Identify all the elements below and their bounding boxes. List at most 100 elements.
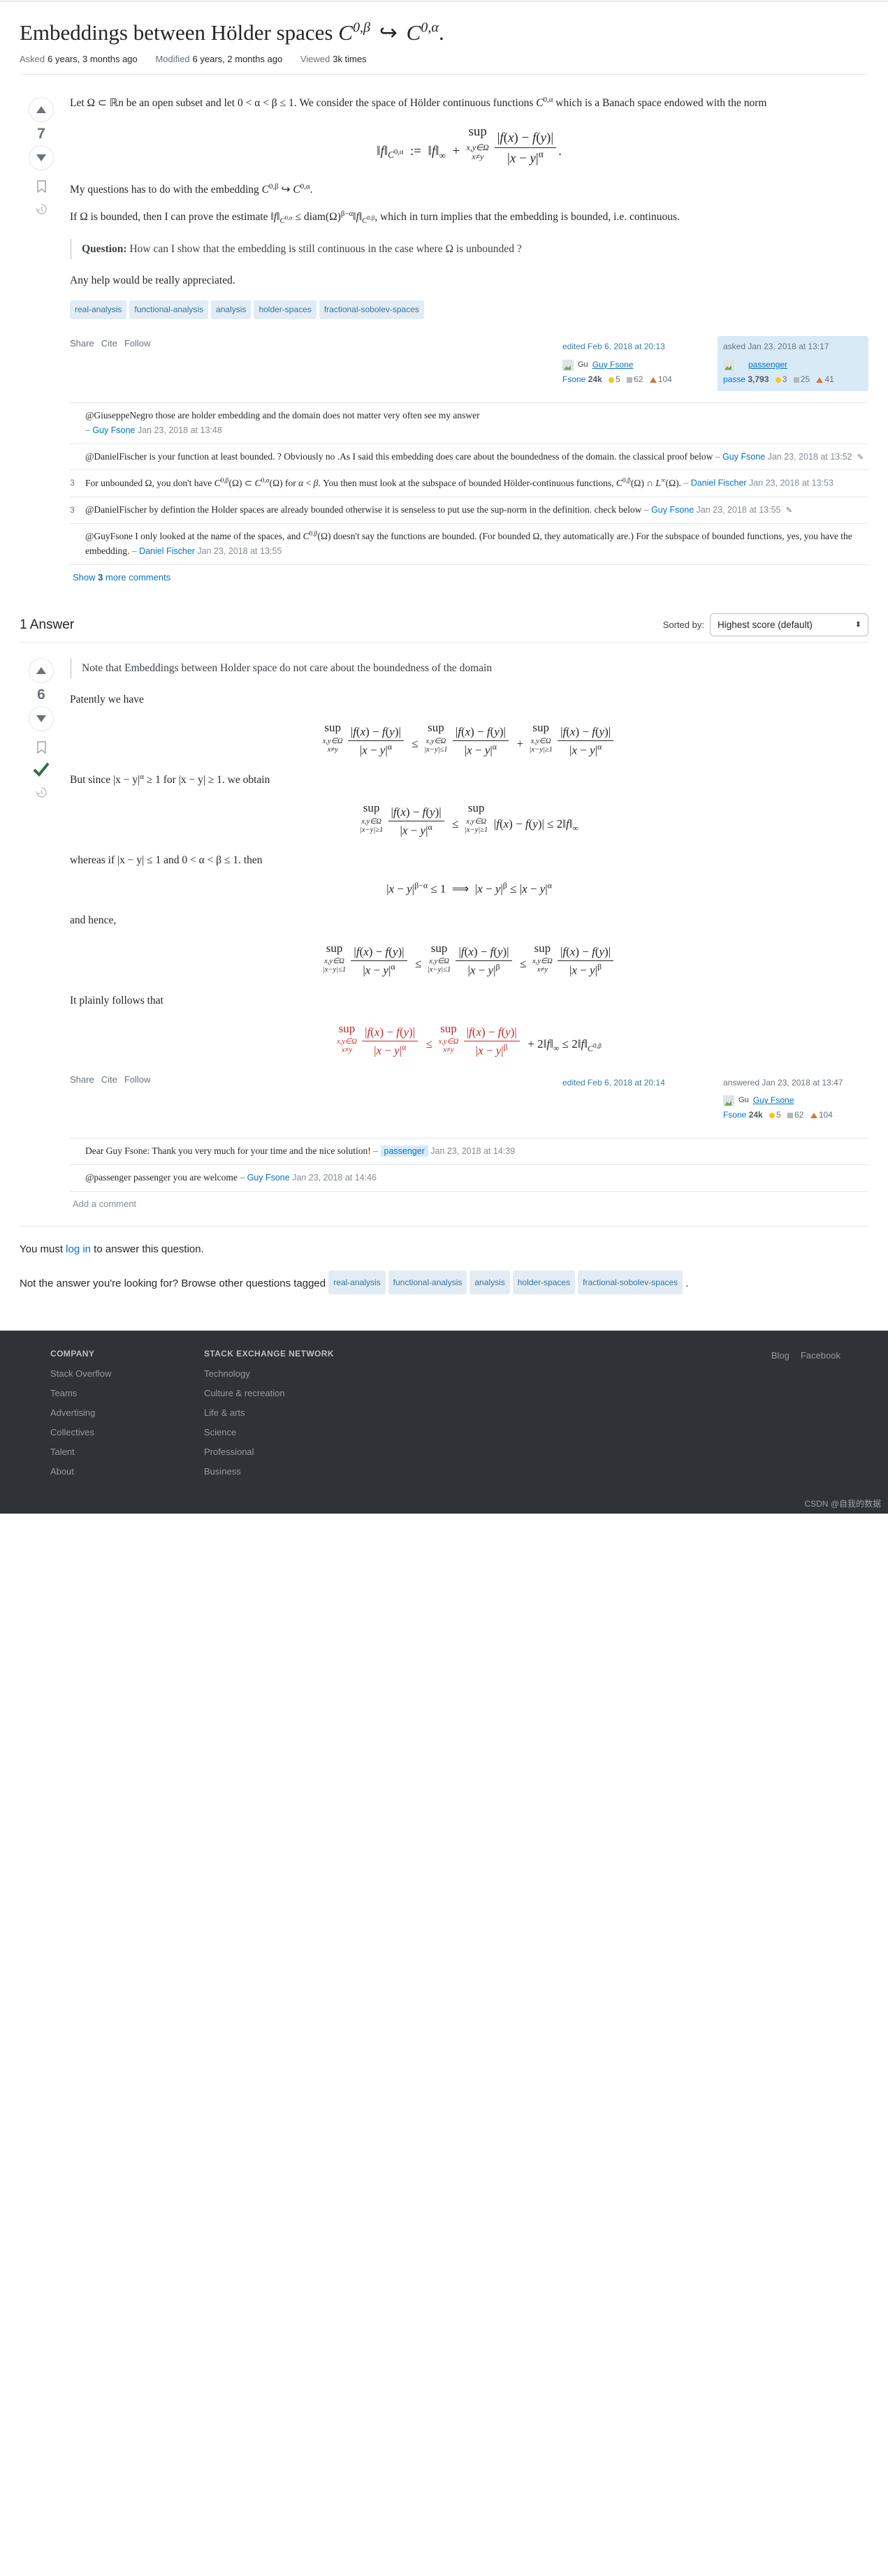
answerer-card[interactable]: answered Jan 23, 2018 at 13:47 Gu Guy Fs… bbox=[718, 1072, 868, 1127]
comment-date: Jan 23, 2018 at 13:55 bbox=[696, 504, 781, 515]
answer-vote-cell: 6 bbox=[20, 655, 63, 1127]
footer-link-stack-overflow[interactable]: Stack Overflow bbox=[50, 1368, 176, 1379]
login-prompt: You must log in to answer this question. bbox=[20, 1225, 868, 1255]
user-reputation: Fsone 24k 5 62 104 bbox=[723, 1108, 863, 1122]
asked-value: 6 years, 3 months ago bbox=[48, 53, 138, 64]
footer-link-teams[interactable]: Teams bbox=[50, 1388, 176, 1398]
downvote-button[interactable] bbox=[29, 706, 54, 732]
answer-formula-1: sup x,y∈Ω x≠y |f(x) − f(y)| |x − y|α ≤ sup x… bbox=[70, 718, 868, 759]
gold-badge: 5 bbox=[769, 1108, 781, 1122]
tag-real-analysis[interactable]: real-analysis bbox=[328, 1270, 386, 1295]
user-name-link[interactable]: Guy Fsone bbox=[592, 358, 634, 372]
footer-link-talent[interactable]: Talent bbox=[50, 1447, 176, 1457]
upvote-button[interactable] bbox=[29, 96, 54, 122]
answer-paragraph-1: Patently we have bbox=[70, 694, 144, 706]
sort-select-value: Highest score (default) bbox=[718, 620, 813, 631]
answers-count: 1 Answer bbox=[20, 617, 75, 632]
avatar-alt-text: Gu bbox=[578, 360, 588, 369]
question-quote-label: Question: bbox=[82, 242, 127, 255]
tag-functional-analysis[interactable]: functional-analysis bbox=[388, 1270, 467, 1295]
page-title: Embeddings between Hölder spaces C0,β ↪ … bbox=[20, 19, 868, 47]
footer-link-blog[interactable]: Blog bbox=[771, 1350, 789, 1361]
sort-select[interactable]: Highest score (default) ⬍ bbox=[710, 613, 868, 637]
login-prompt-pre: You must bbox=[20, 1243, 66, 1255]
bookmark-icon[interactable] bbox=[36, 180, 47, 193]
question-meta-row: Share Cite Follow edited Feb 6, 2018 at 20… bbox=[70, 336, 868, 391]
follow-link[interactable]: Follow bbox=[124, 1074, 151, 1085]
footer-link-collectives[interactable]: Collectives bbox=[50, 1427, 176, 1437]
upvote-button[interactable] bbox=[29, 658, 54, 684]
accepted-answer-checkmark-icon bbox=[33, 761, 50, 777]
comment-text: @passenger passenger you are welcome bbox=[85, 1171, 238, 1183]
comment-dash: – bbox=[85, 425, 90, 435]
browse-period: . bbox=[685, 1277, 689, 1289]
tag-analysis[interactable]: analysis bbox=[470, 1270, 510, 1295]
tag-analysis[interactable]: analysis bbox=[211, 300, 252, 320]
question-asker-card[interactable]: asked Jan 23, 2018 at 13:17 passenger pa… bbox=[718, 336, 868, 391]
viewed-stat: Viewed 3k times bbox=[300, 54, 367, 64]
avatar bbox=[562, 359, 574, 371]
share-link[interactable]: Share bbox=[70, 338, 94, 349]
footer-network-column: STACK EXCHANGE NETWORK Technology Cultur… bbox=[204, 1349, 414, 1486]
footer-link-life-arts[interactable]: Life & arts bbox=[204, 1407, 386, 1418]
cite-link[interactable]: Cite bbox=[101, 338, 117, 349]
modified-label: Modified bbox=[155, 53, 190, 64]
tag-fractional-sobolev-spaces[interactable]: fractional-sobolev-spaces bbox=[319, 300, 424, 320]
share-link[interactable]: Share bbox=[70, 1074, 94, 1085]
footer-link-culture-recreation[interactable]: Culture & recreation bbox=[204, 1388, 386, 1398]
tag-functional-analysis[interactable]: functional-analysis bbox=[129, 300, 209, 320]
answers-sort: Sorted by: Highest score (default) ⬍ bbox=[662, 613, 868, 637]
add-comment-link[interactable]: Add a comment bbox=[70, 1192, 868, 1209]
watermark: CSDN @自我的数据 bbox=[804, 1499, 881, 1509]
downvote-button[interactable] bbox=[29, 145, 54, 170]
comment-user-link[interactable]: Guy Fsone bbox=[722, 452, 765, 462]
user-name-link[interactable]: Guy Fsone bbox=[753, 1094, 794, 1107]
tag-fractional-sobolev-spaces[interactable]: fractional-sobolev-spaces bbox=[578, 1270, 683, 1295]
tag-holder-spaces[interactable]: holder-spaces bbox=[512, 1270, 576, 1295]
edited-timestamp[interactable]: edited Feb 6, 2018 at 20:13 bbox=[562, 340, 702, 353]
edit-pencil-icon[interactable]: ✎ bbox=[857, 453, 864, 462]
footer-link-business[interactable]: Business bbox=[204, 1466, 386, 1477]
comment-user-link[interactable]: Guy Fsone bbox=[92, 425, 135, 435]
comment-row: 3 @DanielFischer by defintion the Holder… bbox=[70, 497, 868, 524]
question-paragraph-3: If Ω is bounded, then I can prove the es… bbox=[70, 209, 680, 226]
tag-holder-spaces[interactable]: holder-spaces bbox=[254, 300, 316, 320]
comment-user-link[interactable]: Guy Fsone bbox=[651, 505, 694, 515]
history-icon[interactable] bbox=[35, 203, 48, 215]
comment-user-link[interactable]: passenger bbox=[380, 1145, 428, 1157]
footer-link-science[interactable]: Science bbox=[204, 1427, 386, 1437]
question-editor-card[interactable]: edited Feb 6, 2018 at 20:13 Gu Guy Fsone… bbox=[557, 336, 708, 390]
user-reputation: Fsone 24k 5 62 104 bbox=[562, 373, 702, 386]
cite-link[interactable]: Cite bbox=[101, 1074, 117, 1085]
user-name-link[interactable]: passenger bbox=[748, 358, 787, 372]
answer-paragraph-2: But since |x − y|α ≥ 1 for |x − y| ≥ 1. … bbox=[70, 773, 270, 786]
answer-paragraph-4: and hence, bbox=[70, 914, 117, 926]
history-icon[interactable] bbox=[35, 786, 48, 798]
viewed-label: Viewed bbox=[300, 53, 330, 64]
show-more-comments-link[interactable]: Show 3 more comments bbox=[70, 565, 868, 583]
footer-link-facebook[interactable]: Facebook bbox=[801, 1350, 840, 1361]
comment-row: @passenger passenger you are welcome – G… bbox=[70, 1165, 868, 1192]
browse-other-questions: Not the answer you're looking for? Brows… bbox=[20, 1270, 868, 1298]
bookmark-icon[interactable] bbox=[36, 741, 47, 754]
footer-link-professional[interactable]: Professional bbox=[204, 1447, 386, 1457]
comment-user-link[interactable]: Guy Fsone bbox=[247, 1173, 290, 1183]
log-in-link[interactable]: log in bbox=[66, 1243, 91, 1255]
footer-company-column: COMPANY Stack Overflow Teams Advertising… bbox=[20, 1349, 204, 1486]
asked-label: Asked bbox=[20, 53, 45, 64]
footer-link-about[interactable]: About bbox=[50, 1466, 176, 1477]
footer-link-advertising[interactable]: Advertising bbox=[50, 1407, 176, 1418]
sorted-by-label: Sorted by: bbox=[662, 620, 704, 631]
edited-timestamp[interactable]: edited Feb 6, 2018 at 20:14 bbox=[562, 1076, 702, 1090]
comment-user-link[interactable]: Daniel Fischer bbox=[139, 546, 195, 556]
answer-editor-card[interactable]: edited Feb 6, 2018 at 20:14 bbox=[557, 1072, 708, 1127]
comment-score bbox=[70, 409, 85, 438]
comment-text: @DanielFischer is your function at least… bbox=[85, 451, 713, 462]
chevron-updown-icon: ⬍ bbox=[854, 620, 861, 629]
tag-real-analysis[interactable]: real-analysis bbox=[70, 300, 127, 320]
edit-pencil-icon[interactable]: ✎ bbox=[786, 506, 792, 515]
follow-link[interactable]: Follow bbox=[124, 338, 151, 349]
comment-row: @DanielFischer is your function at least… bbox=[70, 444, 868, 471]
comment-user-link[interactable]: Daniel Fischer bbox=[691, 478, 747, 488]
footer-link-technology[interactable]: Technology bbox=[204, 1368, 386, 1379]
